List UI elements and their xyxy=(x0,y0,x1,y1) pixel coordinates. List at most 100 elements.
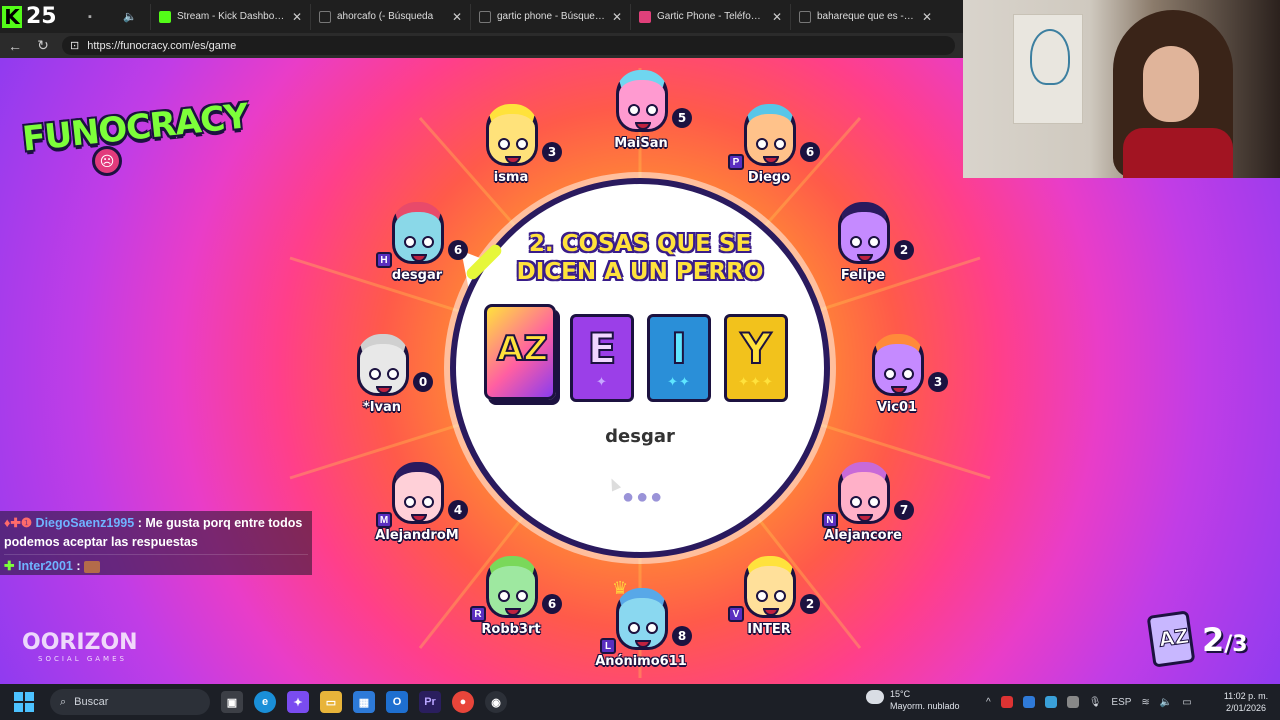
player-inter: V 2 INTER xyxy=(714,556,824,656)
player-score: 3 xyxy=(928,372,948,392)
search-favicon-icon xyxy=(479,10,491,23)
avatar xyxy=(486,556,538,618)
tab-pinned[interactable]: ▪ xyxy=(70,5,110,29)
letter-card-y[interactable]: Y ✦✦✦ xyxy=(724,314,788,402)
chat-username: Inter2001 xyxy=(17,559,73,573)
funocracy-logo: FUNOCRACY ☹ xyxy=(21,78,250,178)
tab-audio[interactable]: 🔈 xyxy=(110,5,150,29)
player-alejancore: N 7 Alejancore xyxy=(808,462,918,562)
search-favicon-icon xyxy=(319,10,331,23)
reload-icon[interactable]: ↻ xyxy=(34,37,52,54)
store-icon[interactable]: ▦ xyxy=(353,691,375,713)
round-counter: 2/3 xyxy=(1202,621,1248,659)
tab-bahareque[interactable]: bahareque que es - Búsqueda ✕ xyxy=(790,3,940,30)
back-arrow-icon[interactable]: ← xyxy=(6,38,24,54)
letter-card-e[interactable]: E ✦ xyxy=(570,314,634,402)
player-score: 6 xyxy=(448,240,468,260)
player-name: isma xyxy=(493,170,529,185)
chat-message: ♦✚❶ DiegoSaenz1995 : Me gusta porq entre… xyxy=(4,514,308,552)
kick-favicon-icon xyxy=(159,10,171,23)
player-name: INTER xyxy=(747,622,791,637)
letter-card-stars: ✦✦ xyxy=(667,374,691,389)
chat-message: ✚ Inter2001 : xyxy=(4,554,308,576)
player-score: 4 xyxy=(448,500,468,520)
close-tab-icon[interactable]: ✕ xyxy=(292,10,302,24)
weather-temp: 15°C xyxy=(890,689,911,699)
url-field[interactable]: ⊡ https://funocracy.com/es/game xyxy=(62,36,955,55)
wall-drawing xyxy=(1013,14,1083,124)
streamer-video xyxy=(1113,10,1233,178)
logo-face-icon: ☹ xyxy=(92,146,122,176)
gartic-favicon-icon xyxy=(639,10,651,23)
file-explorer-icon[interactable]: ▭ xyxy=(320,691,342,713)
clock-time: 11:02 p. m. xyxy=(1223,691,1269,701)
search-icon: ⌕ xyxy=(60,695,67,708)
taskbar-search[interactable]: ⌕ Buscar xyxy=(50,689,210,715)
battery-icon[interactable]: ▭ xyxy=(1182,697,1191,708)
chat-badges-icon: ♦✚❶ xyxy=(4,516,33,530)
player-tag: R xyxy=(470,606,486,622)
waiting-dots: ●●● xyxy=(622,486,665,508)
letter-card-letter: I xyxy=(670,324,688,373)
tab-ahorcafo[interactable]: ahorcafo (- Búsqueda ✕ xyxy=(310,3,470,30)
letter-card-letter: E xyxy=(587,324,618,373)
player-tag: H xyxy=(376,252,392,268)
close-tab-icon[interactable]: ✕ xyxy=(772,10,782,24)
letter-card-stars: ✦ xyxy=(596,374,608,389)
chevron-up-icon[interactable]: ^ xyxy=(986,697,991,708)
obs-icon[interactable]: ◉ xyxy=(485,691,507,713)
weather-widget[interactable]: 15°C Mayorm. nublado xyxy=(866,688,976,716)
close-tab-icon[interactable]: ✕ xyxy=(612,10,622,24)
chat-username: DiegoSaenz1995 xyxy=(35,516,135,530)
copilot-icon[interactable]: ✦ xyxy=(287,691,309,713)
site-info-icon[interactable]: ⊡ xyxy=(70,39,79,52)
outlook-icon[interactable]: O xyxy=(386,691,408,713)
kick-viewer-count: 25 xyxy=(26,4,57,29)
player-tag: V xyxy=(728,606,744,622)
player-name: Diego xyxy=(747,170,791,185)
language-indicator[interactable]: ESP xyxy=(1111,697,1131,708)
player-name: Felipe xyxy=(840,268,886,283)
kick-viewer-badge: K 25 xyxy=(0,0,70,33)
tab-gartic-search[interactable]: gartic phone - Búsqueda ✕ xyxy=(470,3,630,30)
tray-app-icon[interactable] xyxy=(1044,696,1057,708)
clock-date: 2/01/2026 xyxy=(1225,703,1267,713)
url-text: https://funocracy.com/es/game xyxy=(87,39,237,52)
brand-subtitle: SOCIAL GAMES xyxy=(38,655,127,663)
player-score: 2 xyxy=(800,594,820,614)
tray-app-icon[interactable] xyxy=(1066,696,1079,708)
task-view-icon[interactable]: ▣ xyxy=(221,691,243,713)
player-desgar: H 6 desgar xyxy=(362,202,472,302)
premiere-icon[interactable]: Pr xyxy=(419,691,441,713)
wifi-icon[interactable]: ≋ xyxy=(1141,697,1149,708)
microphone-icon[interactable]: 🎙 xyxy=(1089,697,1102,708)
windows-taskbar: ⌕ Buscar ▣ e ✦ ▭ ▦ O Pr ● ◉ 15°C Mayorm.… xyxy=(0,684,1280,720)
search-label: Buscar xyxy=(74,696,109,708)
player-vic01: 3 Vic01 xyxy=(842,334,952,434)
az-card[interactable]: AZ xyxy=(484,304,556,400)
tab-kick-dashboard[interactable]: Stream - Kick Dashboard ✕ xyxy=(150,3,310,30)
tray-app-icon[interactable] xyxy=(1000,696,1013,708)
player-tag: N xyxy=(822,512,838,528)
avatar xyxy=(392,202,444,264)
player-anonimo611: ♛ L 8 Anónimo611 xyxy=(586,578,696,684)
avatar xyxy=(357,334,409,396)
speaker-icon[interactable]: 🔈 xyxy=(123,10,137,23)
close-tab-icon[interactable]: ✕ xyxy=(922,10,932,24)
player-ivan: 0 *Ivan xyxy=(327,334,437,434)
player-name: AlejandroM xyxy=(375,528,459,543)
avatar xyxy=(392,462,444,524)
question-title: 2. COSAS QUE SE DICEN A UN PERRO xyxy=(516,231,764,285)
letter-card-letter: Y xyxy=(740,324,772,373)
chrome-icon[interactable]: ● xyxy=(452,691,474,713)
close-tab-icon[interactable]: ✕ xyxy=(452,10,462,24)
avatar xyxy=(838,462,890,524)
letter-card-i[interactable]: I ✦✦ xyxy=(647,314,711,402)
windows-start-icon[interactable] xyxy=(14,692,34,712)
speaker-icon[interactable]: 🔈 xyxy=(1160,697,1172,708)
bluetooth-icon[interactable] xyxy=(1022,696,1035,708)
taskbar-clock[interactable]: 11:02 p. m. 2/01/2026 xyxy=(1218,690,1274,714)
search-favicon-icon xyxy=(799,10,811,23)
tab-gartic-phone[interactable]: Gartic Phone - Teléfono Descor ✕ xyxy=(630,3,790,30)
edge-icon[interactable]: e xyxy=(254,691,276,713)
